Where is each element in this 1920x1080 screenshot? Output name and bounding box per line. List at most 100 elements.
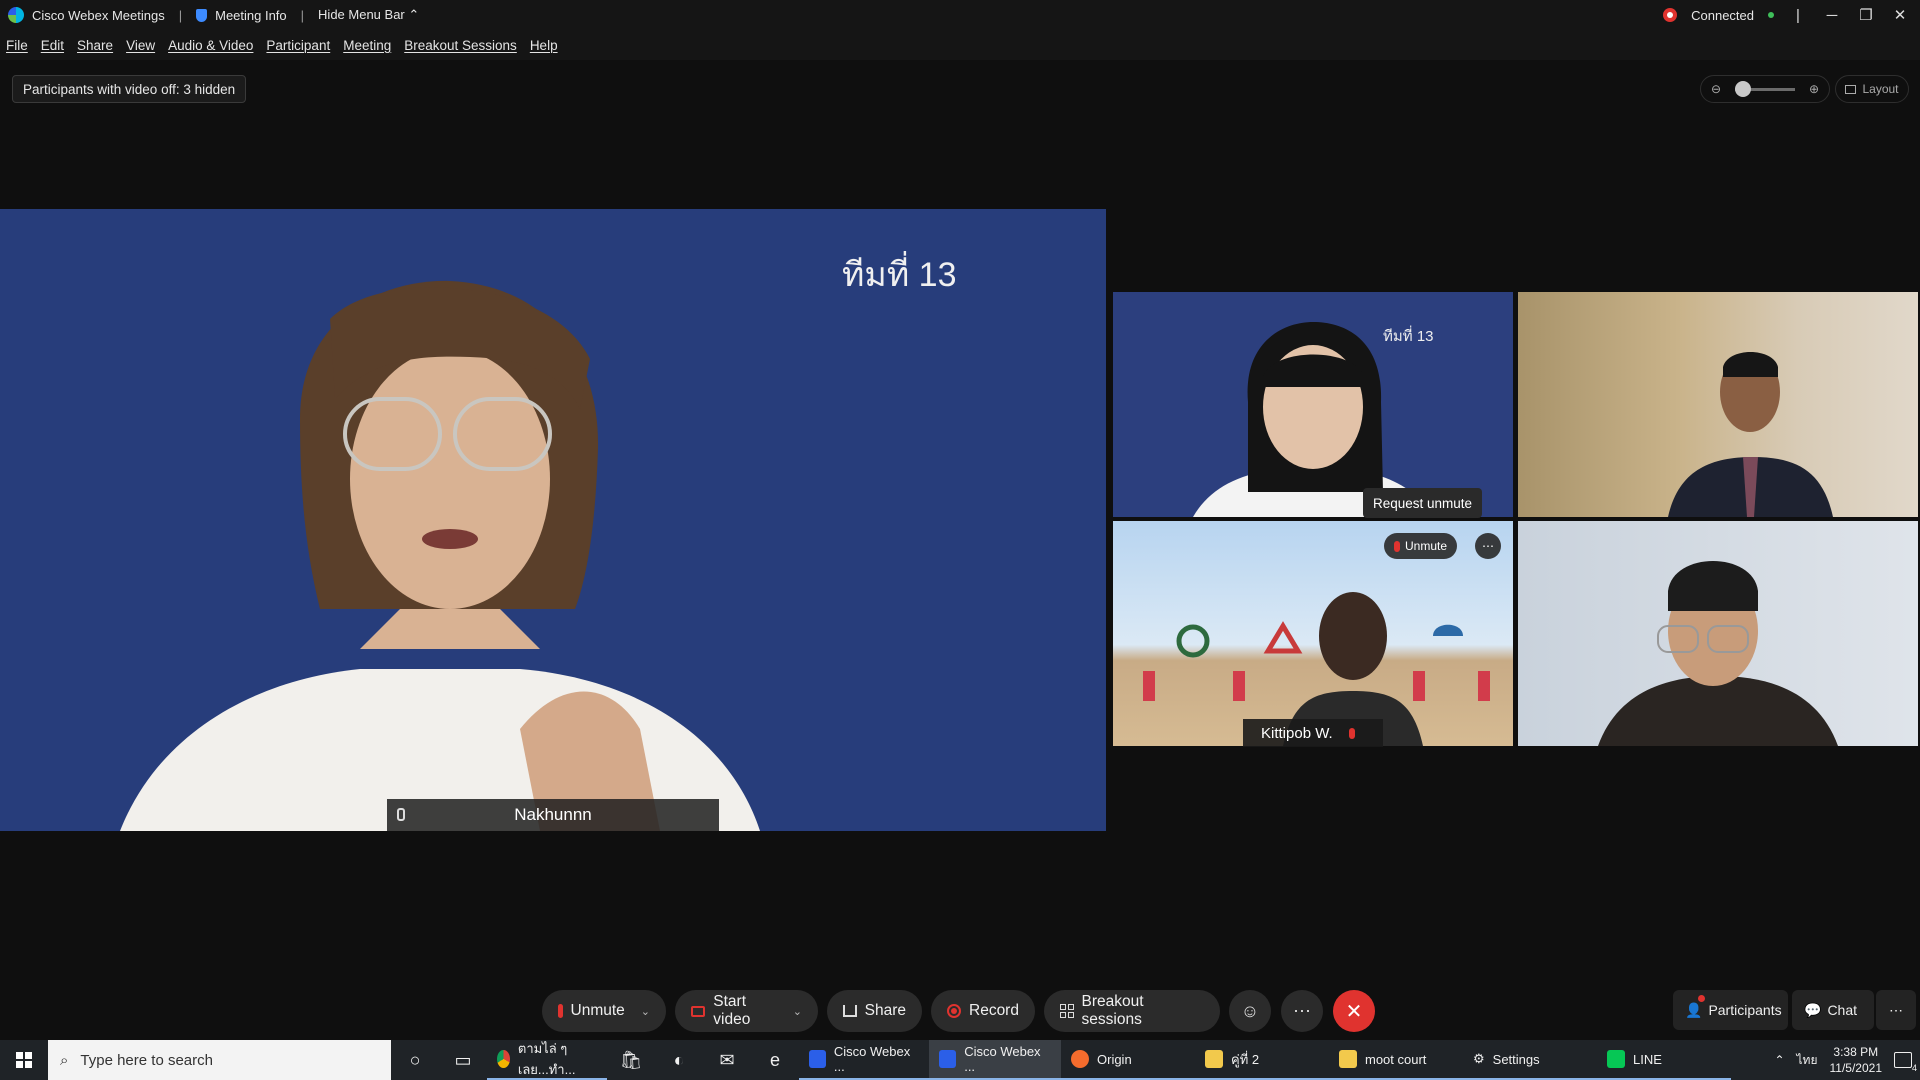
chrome-icon <box>497 1050 510 1068</box>
search-placeholder: Type here to search <box>80 1051 213 1069</box>
close-icon: ✕ <box>1345 1000 1363 1023</box>
zoom-slider[interactable] <box>1735 80 1795 97</box>
taskbar-settings[interactable]: ⚙ Settings <box>1463 1040 1597 1080</box>
clock-time: 3:38 PM <box>1833 1045 1879 1059</box>
record-icon <box>947 1004 961 1018</box>
zoom-in-icon[interactable]: ⊕ <box>1809 82 1819 96</box>
tile-unmute-button[interactable]: Unmute <box>1384 533 1458 559</box>
task-label: Settings <box>1492 1051 1540 1067</box>
participant-silhouette <box>1668 352 1833 517</box>
status-dot-icon <box>1768 12 1774 18</box>
unmute-label: Unmute <box>570 1002 625 1019</box>
participant-silhouette <box>1598 561 1838 746</box>
menu-participant[interactable]: Participant <box>266 38 330 53</box>
taskbar-folder-2[interactable]: moot court <box>1329 1040 1463 1080</box>
store-icon[interactable]: 🛍 <box>607 1040 655 1080</box>
leave-meeting-button[interactable]: ✕ <box>1333 990 1375 1032</box>
more-icon: ⋯ <box>1889 1001 1903 1018</box>
action-center-icon[interactable]: 4 <box>1894 1052 1917 1073</box>
task-view-icon[interactable]: ▭ <box>439 1040 487 1080</box>
participants-label: Participants <box>1708 1002 1782 1018</box>
chevron-up-icon[interactable]: ⌃ <box>1774 1053 1784 1067</box>
edge-icon[interactable]: ◐ <box>655 1040 703 1080</box>
record-button[interactable]: Record <box>931 990 1035 1032</box>
chevron-down-icon[interactable]: ⌄ <box>641 1005 650 1018</box>
menu-share[interactable]: Share <box>77 38 113 53</box>
clock[interactable]: 3:38 PM 11/5/2021 <box>1830 1044 1883 1076</box>
share-button[interactable]: Share <box>827 990 922 1032</box>
hide-menu-bar-button[interactable]: Hide Menu Bar ⌃ <box>318 7 419 23</box>
cortana-icon[interactable]: ○ <box>391 1040 439 1080</box>
tile-more-button[interactable]: ⋯ <box>1475 533 1501 559</box>
mic-muted-icon <box>558 1004 563 1018</box>
smiley-icon: ☺ <box>1240 1000 1260 1021</box>
mail-icon[interactable]: ✉ <box>703 1040 751 1080</box>
start-video-button[interactable]: Start video ⌄ <box>675 990 818 1032</box>
folder-icon <box>1205 1050 1223 1068</box>
taskbar-webex-1[interactable]: Cisco Webex ... <box>799 1040 929 1080</box>
chevron-up-icon: ⌃ <box>408 7 420 22</box>
minimize-button[interactable]: ─ <box>1822 7 1842 24</box>
participant-tile[interactable]: ทีมที่ 13 <box>1113 292 1513 517</box>
language-indicator[interactable]: ไทย <box>1797 1051 1818 1070</box>
zoom-slider-handle[interactable] <box>1735 80 1751 97</box>
menu-view[interactable]: View <box>126 38 155 53</box>
chevron-down-icon[interactable]: ⌄ <box>793 1005 802 1018</box>
breakout-sessions-button[interactable]: Breakout sessions <box>1044 990 1220 1032</box>
panel-more-button[interactable]: ⋯ <box>1876 990 1916 1030</box>
speaker-name: Nakhunnn <box>514 805 592 824</box>
participants-panel-button[interactable]: 👤 Participants <box>1673 990 1788 1030</box>
breakout-label: Breakout sessions <box>1081 993 1144 1028</box>
meeting-info-button[interactable]: Meeting Info <box>215 8 287 23</box>
chat-panel-button[interactable]: 💬 Chat <box>1792 990 1874 1030</box>
shield-icon <box>196 8 208 22</box>
taskbar-folder-1[interactable]: คู่ที่ 2 <box>1195 1040 1329 1080</box>
reactions-button[interactable]: ☺ <box>1229 990 1271 1032</box>
title-separator: | <box>178 7 183 23</box>
zoom-control: ⊖ ⊕ <box>1700 75 1830 103</box>
zoom-out-icon[interactable]: ⊖ <box>1711 82 1721 96</box>
task-label: LINE <box>1633 1051 1662 1067</box>
participant-silhouette <box>1193 322 1433 517</box>
taskbar-origin[interactable]: Origin <box>1061 1040 1195 1080</box>
folder-icon <box>1339 1050 1357 1068</box>
more-options-button[interactable]: ⋯ <box>1281 990 1323 1032</box>
active-speaker-video[interactable]: ทีมที่ 13 Nakhunnn <box>0 209 1106 831</box>
internet-explorer-icon[interactable]: e <box>751 1040 799 1080</box>
participant-tile[interactable] <box>1518 292 1918 517</box>
mic-muted-icon <box>1394 540 1400 552</box>
menu-edit[interactable]: Edit <box>41 38 64 53</box>
system-tray: ⌃ ไทย 3:38 PM 11/5/2021 4 <box>1774 1040 1920 1080</box>
taskbar-line[interactable]: LINE <box>1597 1040 1731 1080</box>
more-icon: ⋯ <box>1293 1000 1311 1021</box>
menu-help[interactable]: Help <box>530 38 558 53</box>
layout-button[interactable]: Layout <box>1835 75 1909 103</box>
unmute-button[interactable]: Unmute ⌄ <box>542 990 666 1032</box>
restore-button[interactable]: ❐ <box>1856 6 1876 24</box>
start-button[interactable] <box>0 1040 48 1080</box>
notification-count: 4 <box>1911 1063 1917 1073</box>
divider: | <box>1796 6 1800 24</box>
tile-unmute-label: Unmute <box>1405 539 1448 553</box>
windows-taskbar: ⌕ Type here to search ○ ▭ ตามไล่ ๆ เลย..… <box>0 1040 1920 1080</box>
background-caption: ทีมที่ 13 <box>1383 328 1434 345</box>
menu-meeting[interactable]: Meeting <box>343 38 391 53</box>
close-window-button[interactable]: ✕ <box>1890 6 1910 24</box>
layout-icon <box>1845 84 1857 94</box>
speaker-nameplate: Nakhunnn <box>387 799 719 831</box>
taskbar-webex-2[interactable]: Cisco Webex ... <box>929 1040 1061 1080</box>
menu-file[interactable]: File <box>6 38 28 53</box>
task-label: คู่ที่ 2 <box>1231 1051 1260 1067</box>
taskbar-chrome[interactable]: ตามไล่ ๆ เลย...ทำ... <box>487 1040 607 1080</box>
share-label: Share <box>864 1002 906 1019</box>
chat-label: Chat <box>1827 1002 1858 1018</box>
menu-audio-video[interactable]: Audio & Video <box>168 38 253 53</box>
title-separator: | <box>300 7 305 23</box>
hidden-participants-button[interactable]: Participants with video off: 3 hidden <box>12 75 247 103</box>
participant-nameplate: Kittipob W. <box>1243 719 1383 747</box>
taskbar-search[interactable]: ⌕ Type here to search <box>48 1040 391 1080</box>
menu-breakout-sessions[interactable]: Breakout Sessions <box>404 38 517 53</box>
task-label: Cisco Webex ... <box>833 1044 911 1074</box>
webex-icon <box>809 1050 826 1068</box>
participant-tile[interactable] <box>1518 521 1918 746</box>
